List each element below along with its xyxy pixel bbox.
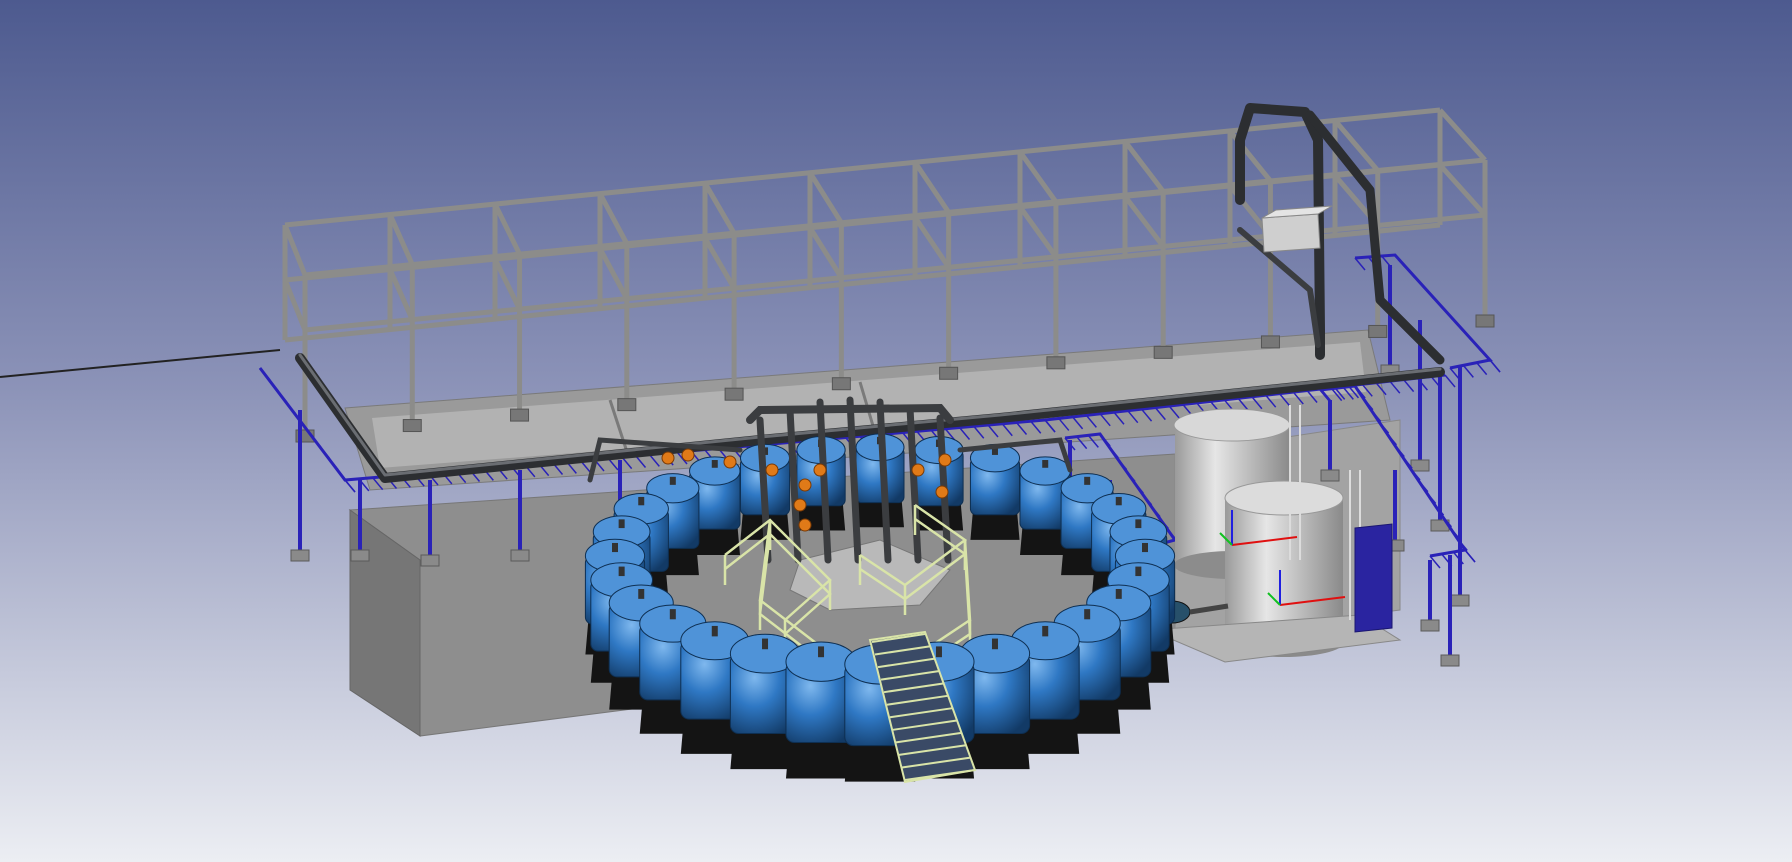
vessel-nozzle (762, 638, 769, 650)
vessel-nozzle (818, 646, 825, 658)
plant-3d-model[interactable] (0, 0, 1792, 862)
frame-foot (1260, 335, 1280, 349)
vessel-stand (856, 499, 904, 528)
walkway-foot (510, 549, 530, 562)
valve-icon[interactable] (911, 463, 925, 477)
valve-icon[interactable] (935, 485, 949, 499)
frame-foot (1475, 314, 1495, 328)
frame-foot (510, 408, 530, 422)
frame-foot (1046, 356, 1066, 370)
vessel-nozzle (1135, 519, 1142, 529)
frame-foot (1368, 324, 1388, 338)
vessel-stand (785, 738, 857, 779)
vessel-nozzle (1042, 460, 1049, 468)
vessel-nozzle (638, 589, 645, 599)
vessel-stand (914, 502, 964, 531)
walkway-foot (1440, 654, 1460, 667)
valve-body (798, 518, 812, 532)
frame-foot (724, 387, 744, 401)
walkway-foot (290, 549, 310, 562)
walkway-foot (420, 554, 440, 567)
valve-body (723, 455, 737, 469)
valve-body (681, 448, 695, 462)
vessel-nozzle (1084, 609, 1091, 620)
valve-body (935, 485, 949, 499)
vessel-nozzle (638, 496, 645, 506)
valve-icon[interactable] (661, 451, 675, 465)
frame-foot (831, 377, 851, 391)
vessel-nozzle (669, 476, 676, 485)
vessel-nozzle (991, 638, 998, 650)
vessel-nozzle (612, 542, 618, 553)
valve-icon[interactable] (681, 448, 695, 462)
valve-icon[interactable] (813, 463, 827, 477)
valve-body (798, 478, 812, 492)
valve-body (938, 453, 952, 467)
vessel-nozzle (1115, 496, 1122, 506)
valve-body (765, 463, 779, 477)
vessel-nozzle (669, 609, 676, 620)
vessel-nozzle (711, 625, 718, 637)
valve-icon[interactable] (938, 453, 952, 467)
valve-icon[interactable] (765, 463, 779, 477)
vessel-nozzle (1135, 566, 1142, 577)
valve-body (911, 463, 925, 477)
frame-foot (1153, 345, 1173, 359)
vessel-stand (970, 511, 1020, 540)
valve-body (793, 498, 807, 512)
vessel-nozzle (1142, 542, 1148, 553)
valve-icon[interactable] (798, 518, 812, 532)
3d-viewport[interactable] (0, 0, 1792, 862)
walkway-foot (350, 549, 370, 562)
valve-icon[interactable] (793, 498, 807, 512)
walkway-foot (1320, 469, 1340, 482)
vessel-nozzle (1042, 625, 1049, 637)
vessel-nozzle (618, 519, 625, 529)
vessel-nozzle (1084, 476, 1091, 485)
walkway-foot (1420, 619, 1440, 632)
filter-vessel-icon[interactable] (969, 443, 1021, 540)
frame-foot (617, 398, 637, 412)
valve-body (813, 463, 827, 477)
valve-body (661, 451, 675, 465)
valve-icon[interactable] (723, 455, 737, 469)
vessel-nozzle (935, 646, 942, 658)
electrical-cabinet[interactable] (1354, 523, 1393, 633)
frame-foot (402, 419, 422, 433)
valve-icon[interactable] (798, 478, 812, 492)
vessel-nozzle (1115, 589, 1122, 599)
vessel-nozzle (618, 566, 625, 577)
walkway-foot (1410, 459, 1430, 472)
vessel-nozzle (711, 460, 718, 468)
frame-foot (939, 366, 959, 380)
walkway-foot (1450, 594, 1470, 607)
